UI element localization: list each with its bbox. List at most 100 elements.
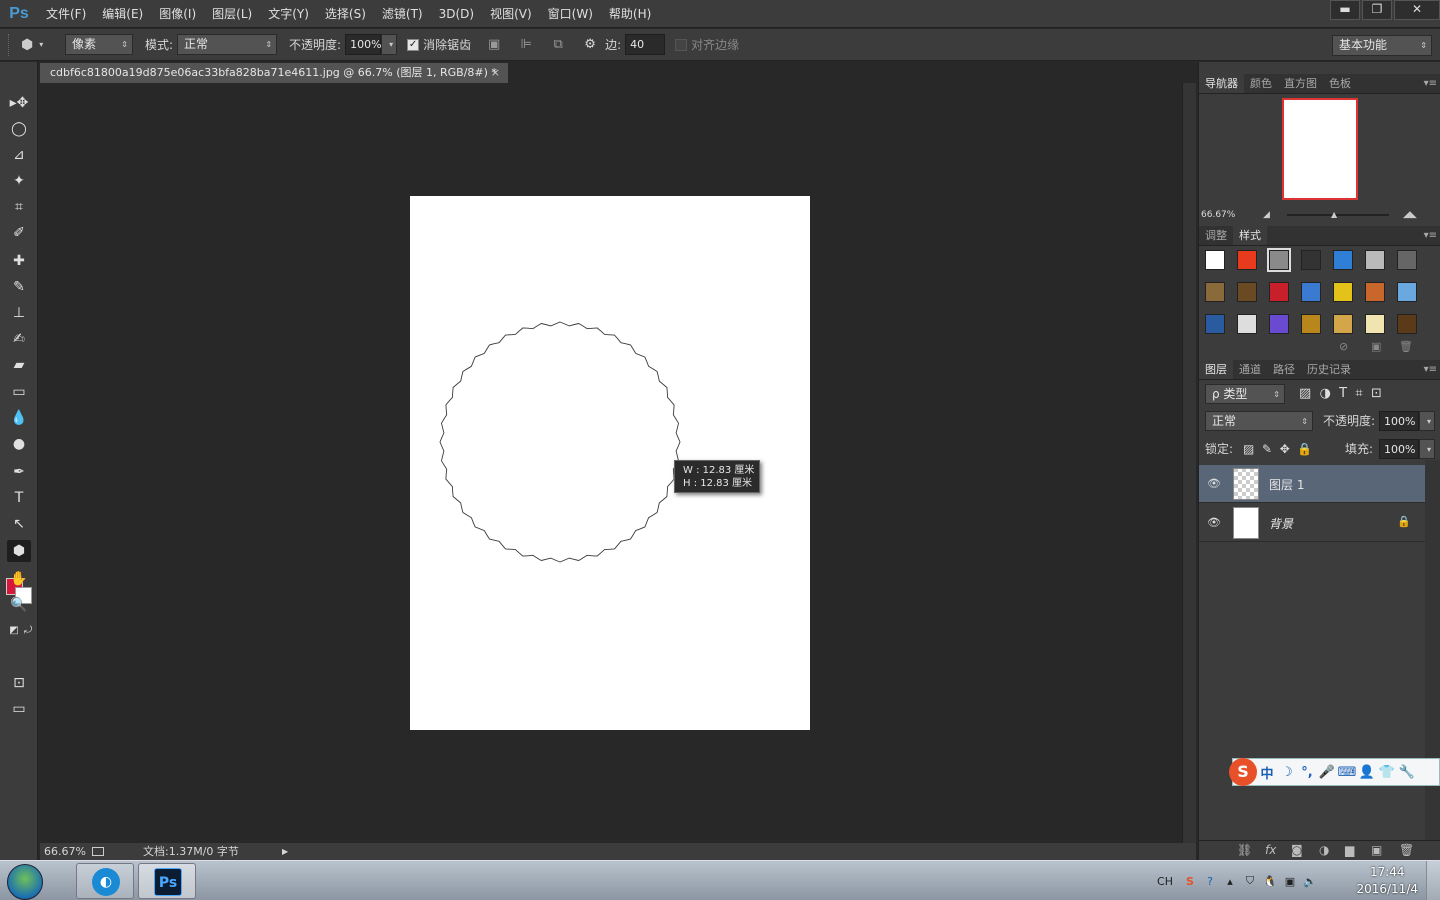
status-menu-arrow-icon[interactable]: ▶	[282, 843, 288, 860]
delete-layer-icon[interactable]: 🗑	[1399, 843, 1414, 857]
style-swatch[interactable]	[1237, 250, 1257, 270]
style-swatch[interactable]	[1333, 282, 1353, 302]
layer-name[interactable]: 图层 1	[1269, 476, 1304, 493]
panel-menu-icon[interactable]: ▾≡	[1424, 74, 1437, 94]
gear-icon[interactable]: ⚙	[581, 36, 599, 54]
link-layers-icon[interactable]: ⛓	[1237, 843, 1252, 857]
filter-smart-object-icon[interactable]: ⊡	[1371, 386, 1382, 401]
qq-icon[interactable]: 🐧	[1260, 875, 1280, 888]
crop-icon[interactable]: ⌗	[7, 196, 31, 218]
style-swatch[interactable]	[1365, 282, 1385, 302]
keyboard-icon[interactable]: ⌨	[1337, 765, 1357, 780]
style-swatch[interactable]	[1333, 250, 1353, 270]
style-swatch[interactable]	[1269, 314, 1289, 334]
screen-mode-icon[interactable]: ▭	[7, 698, 31, 720]
tool-mode-select[interactable]: 像素 ⇕	[65, 34, 133, 55]
eyedropper-icon[interactable]: ✐	[7, 222, 31, 244]
tab-color[interactable]: 颜色	[1244, 74, 1278, 93]
type-icon[interactable]: T	[7, 487, 31, 509]
antialias-checkbox[interactable]: ✓	[407, 38, 420, 51]
panel-menu-icon[interactable]: ▾≡	[1424, 226, 1437, 246]
navigator-zoom[interactable]: 66.67%	[1201, 208, 1235, 222]
lock-transparent-icon[interactable]: ▨	[1243, 442, 1254, 456]
style-swatch[interactable]	[1205, 282, 1225, 302]
ellipse-marquee-icon[interactable]: ◯	[7, 118, 31, 140]
restore-button[interactable]: ❐	[1362, 0, 1392, 20]
tab-channels[interactable]: 通道	[1233, 360, 1267, 379]
lock-all-icon[interactable]: 🔒	[1297, 442, 1312, 456]
options-grip[interactable]	[8, 33, 11, 56]
style-swatch[interactable]	[1301, 282, 1321, 302]
menu-help[interactable]: 帮助(H)	[601, 0, 659, 28]
style-swatch[interactable]	[1333, 314, 1353, 334]
new-style-icon[interactable]: ▣	[1371, 340, 1381, 353]
ime-lang[interactable]: 中	[1257, 763, 1277, 782]
user-icon[interactable]: 👤	[1357, 765, 1377, 780]
share-icon[interactable]	[92, 847, 104, 856]
zoom-icon[interactable]: 🔍	[7, 594, 31, 616]
volume-icon[interactable]: 🔈	[1300, 875, 1320, 888]
style-swatch[interactable]	[1365, 314, 1385, 334]
layer-blend-mode-select[interactable]: 正常 ⇕	[1205, 411, 1313, 431]
menu-type[interactable]: 文字(Y)	[260, 0, 317, 28]
ime-punct-icon[interactable]: °,	[1297, 765, 1317, 780]
style-swatch[interactable]	[1301, 314, 1321, 334]
start-button[interactable]	[7, 864, 43, 900]
tray-expand-icon[interactable]: ▴	[1220, 875, 1240, 888]
tray-language[interactable]: CH	[1150, 875, 1180, 888]
brush-icon[interactable]: ✎	[7, 276, 31, 298]
layer-row-layer1[interactable]: 👁 图层 1	[1199, 465, 1425, 503]
menu-view[interactable]: 视图(V)	[482, 0, 540, 28]
minimize-button[interactable]: ▬	[1330, 0, 1360, 20]
opacity-dropdown[interactable]: ▾	[381, 34, 398, 55]
lock-position-icon[interactable]: ✥	[1280, 442, 1290, 456]
quick-mask-icon[interactable]: ⊡	[7, 672, 31, 694]
style-swatch[interactable]	[1365, 250, 1385, 270]
menu-filter[interactable]: 滤镜(T)	[374, 0, 431, 28]
fill-dropdown[interactable]: ▾	[1419, 439, 1435, 459]
sogou-logo[interactable]: S	[1229, 758, 1257, 786]
magic-wand-icon[interactable]: ✦	[7, 170, 31, 192]
style-swatch[interactable]	[1237, 282, 1257, 302]
menu-layer[interactable]: 图层(L)	[204, 0, 260, 28]
taskbar-app-browser[interactable]: ◐	[76, 863, 134, 899]
lasso-icon[interactable]: ⊿	[7, 144, 31, 166]
filter-adjustment-icon[interactable]: ◑	[1320, 386, 1331, 401]
zoom-out-icon[interactable]: ◢	[1263, 208, 1270, 222]
navigator-thumbnail[interactable]	[1282, 98, 1358, 200]
fill-input[interactable]: 100%	[1379, 439, 1419, 459]
style-swatch[interactable]	[1397, 314, 1417, 334]
path-select-icon[interactable]: ↖	[7, 513, 31, 535]
gradient-icon[interactable]: ▭	[7, 381, 31, 403]
slider-knob-icon[interactable]: ▲	[1331, 211, 1337, 219]
show-desktop-button[interactable]	[1426, 861, 1440, 900]
close-tab-icon[interactable]: ×	[491, 63, 500, 83]
style-swatch[interactable]	[1205, 250, 1225, 270]
workspace-select[interactable]: 基本功能 ⇕	[1332, 35, 1432, 56]
tab-swatches[interactable]: 色板	[1323, 74, 1357, 93]
layer-row-background[interactable]: 👁 背景 🔒	[1199, 504, 1425, 542]
opacity-input[interactable]: 100%	[345, 34, 382, 55]
security-shield-icon[interactable]: ⛉	[1240, 874, 1260, 888]
style-swatch[interactable]	[1397, 250, 1417, 270]
document-tab[interactable]: cdbf6c81800a19d875e06ac33bfa828ba71e4611…	[40, 63, 508, 83]
blend-mode-select[interactable]: 正常 ⇕	[177, 34, 278, 55]
path-arrange-icon[interactable]: ⧉	[549, 36, 567, 54]
path-ops-icon[interactable]: ▣	[485, 36, 503, 54]
navigator-zoom-slider[interactable]	[1287, 214, 1389, 216]
add-mask-icon[interactable]: ◙	[1291, 843, 1303, 857]
tab-adjustments[interactable]: 调整	[1199, 226, 1233, 245]
style-swatch[interactable]	[1397, 282, 1417, 302]
stamp-icon[interactable]: ⊥	[7, 302, 31, 324]
swap-colors-icon[interactable]: ⤾	[16, 620, 40, 642]
style-swatch[interactable]	[1301, 250, 1321, 270]
align-edges-checkbox[interactable]	[675, 38, 688, 51]
tab-navigator[interactable]: 导航器	[1199, 74, 1244, 93]
lock-paint-icon[interactable]: ✎	[1262, 442, 1272, 456]
menu-select[interactable]: 选择(S)	[317, 0, 374, 28]
style-swatch[interactable]	[1237, 314, 1257, 334]
blur-icon[interactable]: 💧	[7, 407, 31, 429]
path-align-icon[interactable]: ⊫	[517, 36, 535, 54]
filter-pixel-icon[interactable]: ▨	[1299, 386, 1311, 401]
style-swatch[interactable]	[1269, 282, 1289, 302]
